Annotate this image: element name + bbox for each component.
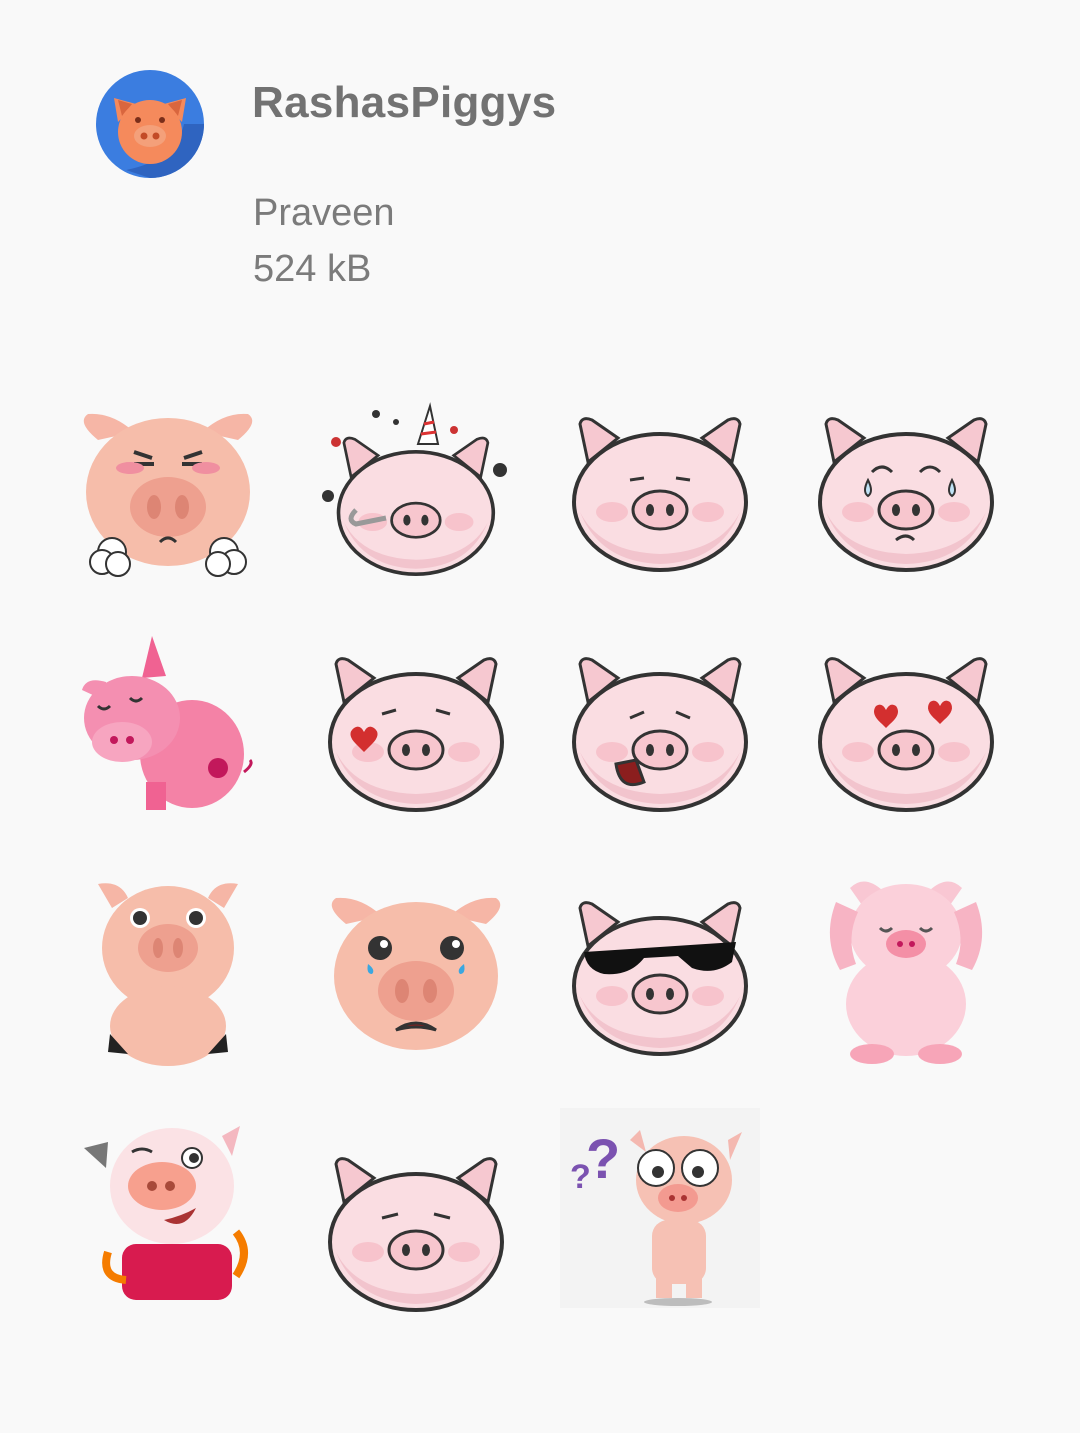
confused-pig-sticker[interactable]: ? ?	[560, 1108, 760, 1308]
winking-pig-sticker[interactable]	[72, 1112, 272, 1312]
smirk-pig-sticker[interactable]	[560, 392, 760, 592]
kiss-pig-sticker[interactable]	[316, 632, 516, 832]
heart-eyes-pig-sticker[interactable]	[806, 632, 1006, 832]
facepalm-pig-sticker[interactable]	[806, 868, 1006, 1068]
crying-pig-sticker[interactable]	[806, 392, 1006, 592]
sitting-pig-sticker[interactable]	[68, 868, 268, 1068]
sleepy-pink-pig-sticker[interactable]	[68, 632, 268, 832]
sad-pig-sticker[interactable]	[316, 876, 516, 1076]
party-pig-sticker[interactable]	[316, 392, 516, 592]
angry-pig-sticker[interactable]	[68, 392, 268, 592]
sticker-grid: ? ?	[0, 0, 1080, 1433]
smug-pig-sticker[interactable]	[316, 1132, 516, 1332]
svg-text:?: ?	[586, 1127, 620, 1190]
laughing-pig-sticker[interactable]	[560, 632, 760, 832]
sunglasses-pig-sticker[interactable]	[560, 876, 760, 1076]
svg-text:?: ?	[570, 1158, 591, 1196]
